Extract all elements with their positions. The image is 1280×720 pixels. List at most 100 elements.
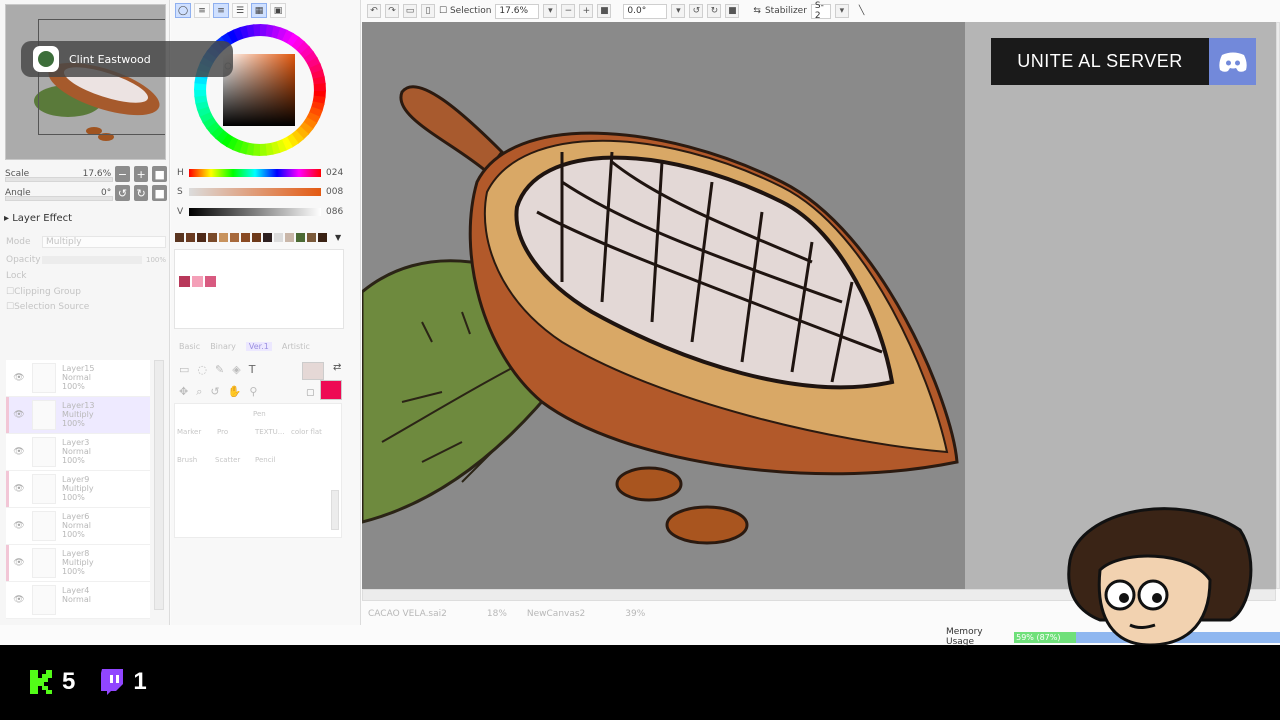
move-select-icon[interactable]: ◈ bbox=[232, 363, 240, 376]
rotate-icon[interactable]: ↺ bbox=[210, 385, 219, 399]
tool-pencil[interactable]: Pencil bbox=[255, 456, 275, 464]
swap-colors-icon[interactable]: ⇄ bbox=[333, 362, 341, 373]
scratchpad-icon[interactable]: ▣ bbox=[270, 3, 286, 18]
scale-slider[interactable] bbox=[5, 177, 113, 182]
color-swatch[interactable] bbox=[218, 232, 229, 243]
color-swatch[interactable] bbox=[229, 232, 240, 243]
tool-color-flat[interactable]: color flat bbox=[291, 428, 322, 436]
hsv-sliders-icon[interactable]: ≡ bbox=[213, 3, 229, 18]
document-tab[interactable]: CACAO VELA.sai2 18% bbox=[368, 609, 507, 619]
flip-icon[interactable]: ⇆ bbox=[753, 6, 761, 16]
angle-slider[interactable] bbox=[5, 196, 113, 201]
zoom-icon[interactable]: ⌕ bbox=[196, 385, 202, 399]
visibility-eye-icon[interactable]: 👁 bbox=[6, 397, 32, 433]
swatch-dropdown-icon[interactable]: ▼ bbox=[335, 233, 341, 242]
rotation-input[interactable]: 0.0° bbox=[623, 3, 668, 19]
select-rect-icon[interactable]: ▭ bbox=[179, 363, 189, 376]
saturation-slider[interactable] bbox=[189, 188, 321, 196]
layer-row[interactable]: 👁 Layer9 Multiply 100% bbox=[6, 471, 150, 508]
rotate-left-button[interactable]: ↺ bbox=[115, 185, 130, 201]
navigator-thumbnail[interactable] bbox=[5, 4, 166, 160]
clipping-group-checkbox[interactable]: ☐ Clipping Group bbox=[6, 284, 166, 300]
text-tool-icon[interactable]: T bbox=[249, 363, 256, 376]
palette-color[interactable] bbox=[192, 276, 203, 287]
mixer-icon[interactable]: ☰ bbox=[232, 3, 248, 18]
layer-row[interactable]: 👁 Layer13 Multiply 100% bbox=[6, 397, 150, 434]
tab-artistic[interactable]: Artistic bbox=[282, 342, 310, 351]
color-swatch[interactable] bbox=[207, 232, 218, 243]
selection-source-checkbox[interactable]: ☐ Selection Source bbox=[6, 300, 166, 314]
zoom-out-button[interactable]: − bbox=[115, 166, 130, 182]
toolbar-rotate-left-button[interactable]: ↺ bbox=[689, 4, 704, 18]
lasso-icon[interactable]: ◌ bbox=[197, 363, 207, 376]
visibility-eye-icon[interactable]: 👁 bbox=[6, 360, 32, 396]
layer-row[interactable]: 👁 Layer3 Normal 100% bbox=[6, 434, 150, 471]
opacity-slider[interactable] bbox=[42, 256, 142, 264]
tool-pen[interactable]: Pen bbox=[253, 410, 266, 418]
secondary-color-swatch[interactable] bbox=[302, 362, 324, 380]
tool-scatter[interactable]: Scatter bbox=[215, 456, 240, 464]
hand-icon[interactable]: ✋ bbox=[228, 385, 242, 399]
rgb-sliders-icon[interactable]: ≡ bbox=[194, 3, 210, 18]
invert-select-button[interactable]: ▯ bbox=[421, 4, 435, 18]
color-swatch[interactable] bbox=[306, 232, 317, 243]
toolbar-zoom-in-button[interactable]: + bbox=[579, 4, 594, 18]
eyedropper-icon[interactable]: ⚲ bbox=[249, 385, 257, 399]
tool-textu[interactable]: TEXTU... bbox=[255, 428, 284, 436]
color-swatch[interactable] bbox=[295, 232, 306, 243]
tab-basic[interactable]: Basic bbox=[179, 342, 200, 351]
layer-effect-header[interactable]: ▸ Layer Effect bbox=[4, 213, 72, 224]
toolbar-rotate-right-button[interactable]: ↻ bbox=[707, 4, 722, 18]
swatches-icon[interactable]: ▦ bbox=[251, 3, 267, 18]
navigator-viewport[interactable] bbox=[38, 19, 165, 135]
visibility-eye-icon[interactable]: 👁 bbox=[6, 582, 32, 618]
zoom-input[interactable]: 17.6% bbox=[495, 3, 540, 19]
layer-row[interactable]: 👁 Layer15 Normal 100% bbox=[6, 360, 150, 397]
tool-marker[interactable]: Marker bbox=[177, 428, 201, 436]
layer-row[interactable]: 👁 Layer8 Multiply 100% bbox=[6, 545, 150, 582]
tool-scrollbar[interactable] bbox=[331, 490, 339, 530]
rotation-dropdown-icon[interactable]: ▾ bbox=[671, 4, 686, 18]
visibility-eye-icon[interactable]: 👁 bbox=[6, 434, 32, 470]
line-tool-icon[interactable]: ╲ bbox=[859, 6, 864, 16]
color-swatch[interactable] bbox=[196, 232, 207, 243]
palette-color[interactable] bbox=[179, 276, 190, 287]
tool-pro[interactable]: Pro bbox=[217, 428, 228, 436]
undo-button[interactable]: ↶ bbox=[367, 4, 381, 18]
document-tab[interactable]: NewCanvas2 39% bbox=[527, 609, 645, 619]
deselect-button[interactable]: ▭ bbox=[403, 4, 417, 18]
magic-wand-icon[interactable]: ✎ bbox=[215, 363, 224, 376]
color-swatch[interactable] bbox=[317, 232, 328, 243]
palette-color[interactable] bbox=[205, 276, 216, 287]
palette-grid[interactable] bbox=[174, 249, 344, 329]
color-swatch[interactable] bbox=[185, 232, 196, 243]
tool-brush[interactable]: Brush bbox=[177, 456, 197, 464]
color-wheel-icon[interactable]: ◯ bbox=[175, 3, 191, 18]
zoom-reset-button[interactable]: ■ bbox=[152, 166, 167, 182]
selection-toggle[interactable]: ☐ Selection bbox=[439, 6, 491, 16]
hue-slider[interactable] bbox=[189, 169, 321, 177]
layer-row[interactable]: 👁 Layer6 Normal 100% bbox=[6, 508, 150, 545]
visibility-eye-icon[interactable]: 👁 bbox=[6, 508, 32, 544]
tab-ver1[interactable]: Ver.1 bbox=[245, 342, 272, 351]
layer-row[interactable]: 👁 Layer4 Normal bbox=[6, 582, 150, 619]
move-icon[interactable]: ✥ bbox=[179, 385, 188, 399]
blend-mode-select[interactable]: Multiply bbox=[42, 236, 166, 248]
zoom-in-button[interactable]: + bbox=[133, 166, 149, 182]
toolbar-zoom-out-button[interactable]: − bbox=[561, 4, 576, 18]
value-slider[interactable] bbox=[189, 208, 321, 216]
visibility-eye-icon[interactable]: 👁 bbox=[6, 471, 32, 507]
primary-color-swatch[interactable] bbox=[320, 380, 342, 400]
layer-scrollbar[interactable] bbox=[154, 360, 164, 610]
color-swatch[interactable] bbox=[262, 232, 273, 243]
canvas-vscrollbar[interactable] bbox=[1276, 22, 1280, 589]
redo-button[interactable]: ↷ bbox=[385, 4, 399, 18]
zoom-dropdown-icon[interactable]: ▾ bbox=[543, 4, 558, 18]
color-swatch[interactable] bbox=[251, 232, 262, 243]
discord-banner[interactable]: UNITE AL SERVER bbox=[991, 38, 1256, 85]
toolbar-rotate-reset-button[interactable]: ■ bbox=[725, 4, 740, 18]
transparent-color-icon[interactable]: ▢ bbox=[306, 388, 315, 398]
color-swatch[interactable] bbox=[174, 232, 185, 243]
color-swatch[interactable] bbox=[240, 232, 251, 243]
visibility-eye-icon[interactable]: 👁 bbox=[6, 545, 32, 581]
